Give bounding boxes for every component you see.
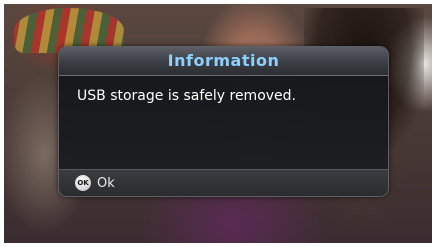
dialog-footer: OK Ok [59,169,388,196]
ok-button[interactable]: OK Ok [75,174,115,192]
ok-remote-button-icon: OK [75,175,91,191]
dialog-body: USB storage is safely removed. [59,76,388,170]
information-dialog: Information USB storage is safely remove… [58,46,389,197]
tv-screen: Information USB storage is safely remove… [0,0,436,247]
dialog-message: USB storage is safely removed. [77,88,296,104]
dialog-title: Information [59,47,388,76]
ok-label: Ok [97,175,115,191]
